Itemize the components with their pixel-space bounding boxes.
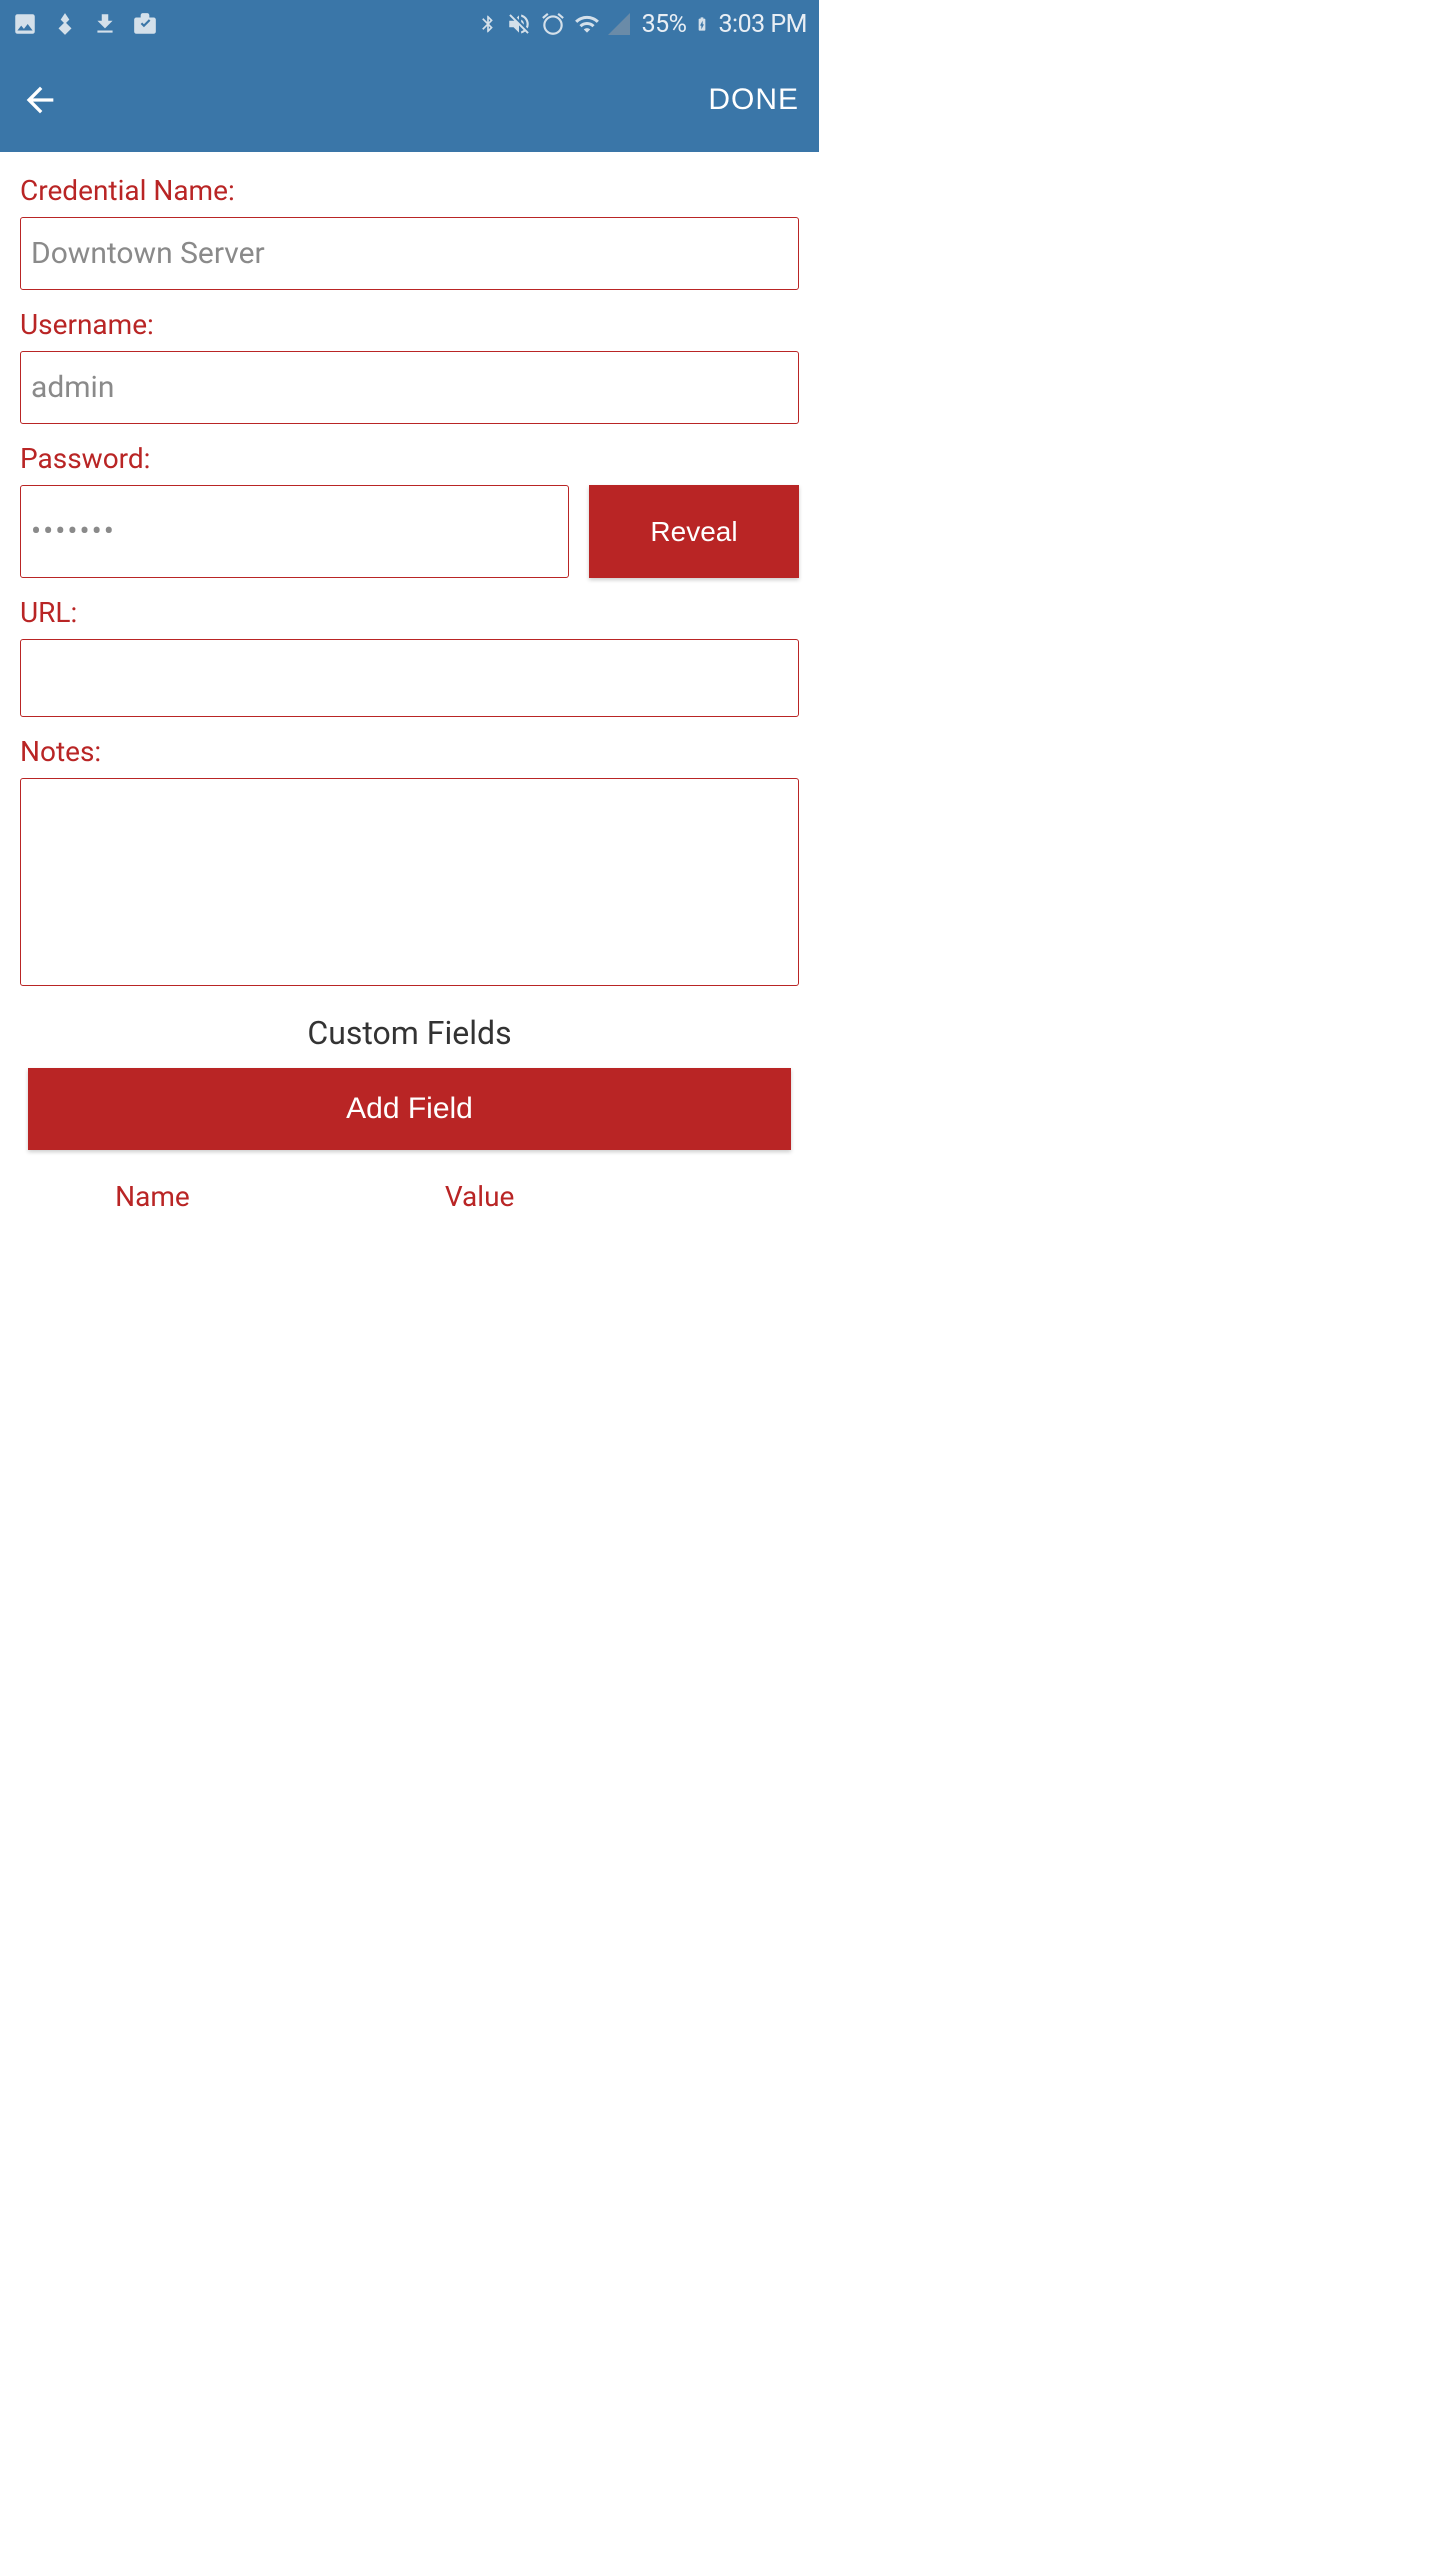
battery-text: 35%: [642, 10, 687, 39]
download-icon: [92, 11, 118, 37]
url-input[interactable]: [20, 639, 799, 717]
alarm-icon: [540, 11, 566, 37]
credential-name-label: Credential Name:: [20, 174, 799, 207]
add-field-button[interactable]: Add Field: [28, 1068, 791, 1150]
username-input[interactable]: [20, 351, 799, 424]
credential-name-input[interactable]: [20, 217, 799, 290]
status-bar: 35% 3:03 PM: [0, 0, 819, 48]
password-row: Reveal: [20, 485, 799, 578]
image-icon: [12, 11, 38, 37]
reveal-button[interactable]: Reveal: [589, 485, 799, 578]
vibrate-icon: [506, 11, 532, 37]
notes-textarea[interactable]: [20, 778, 799, 986]
url-label: URL:: [20, 596, 799, 629]
status-icons-left: [12, 11, 158, 37]
username-label: Username:: [20, 308, 799, 341]
briefcase-check-icon: [132, 11, 158, 37]
notes-label: Notes:: [20, 735, 799, 768]
done-button[interactable]: DONE: [708, 83, 799, 117]
back-arrow-icon[interactable]: [20, 80, 60, 120]
time-text: 3:03 PM: [718, 10, 807, 39]
custom-fields-header: Custom Fields: [20, 1014, 799, 1052]
battery-charging-icon: [694, 12, 710, 36]
column-name-header: Name: [20, 1180, 285, 1213]
leaf-icon: [52, 11, 78, 37]
status-icons-right: 35% 3:03 PM: [478, 10, 807, 39]
bluetooth-icon: [478, 14, 498, 34]
wifi-icon: [574, 11, 600, 37]
signal-icon: [608, 13, 630, 35]
password-input[interactable]: [20, 485, 569, 578]
form-content: Credential Name: Username: Password: Rev…: [0, 152, 819, 1235]
column-value-header: Value: [285, 1180, 675, 1213]
app-bar: DONE: [0, 48, 819, 152]
password-label: Password:: [20, 442, 799, 475]
custom-field-columns: Name Value: [20, 1180, 799, 1213]
